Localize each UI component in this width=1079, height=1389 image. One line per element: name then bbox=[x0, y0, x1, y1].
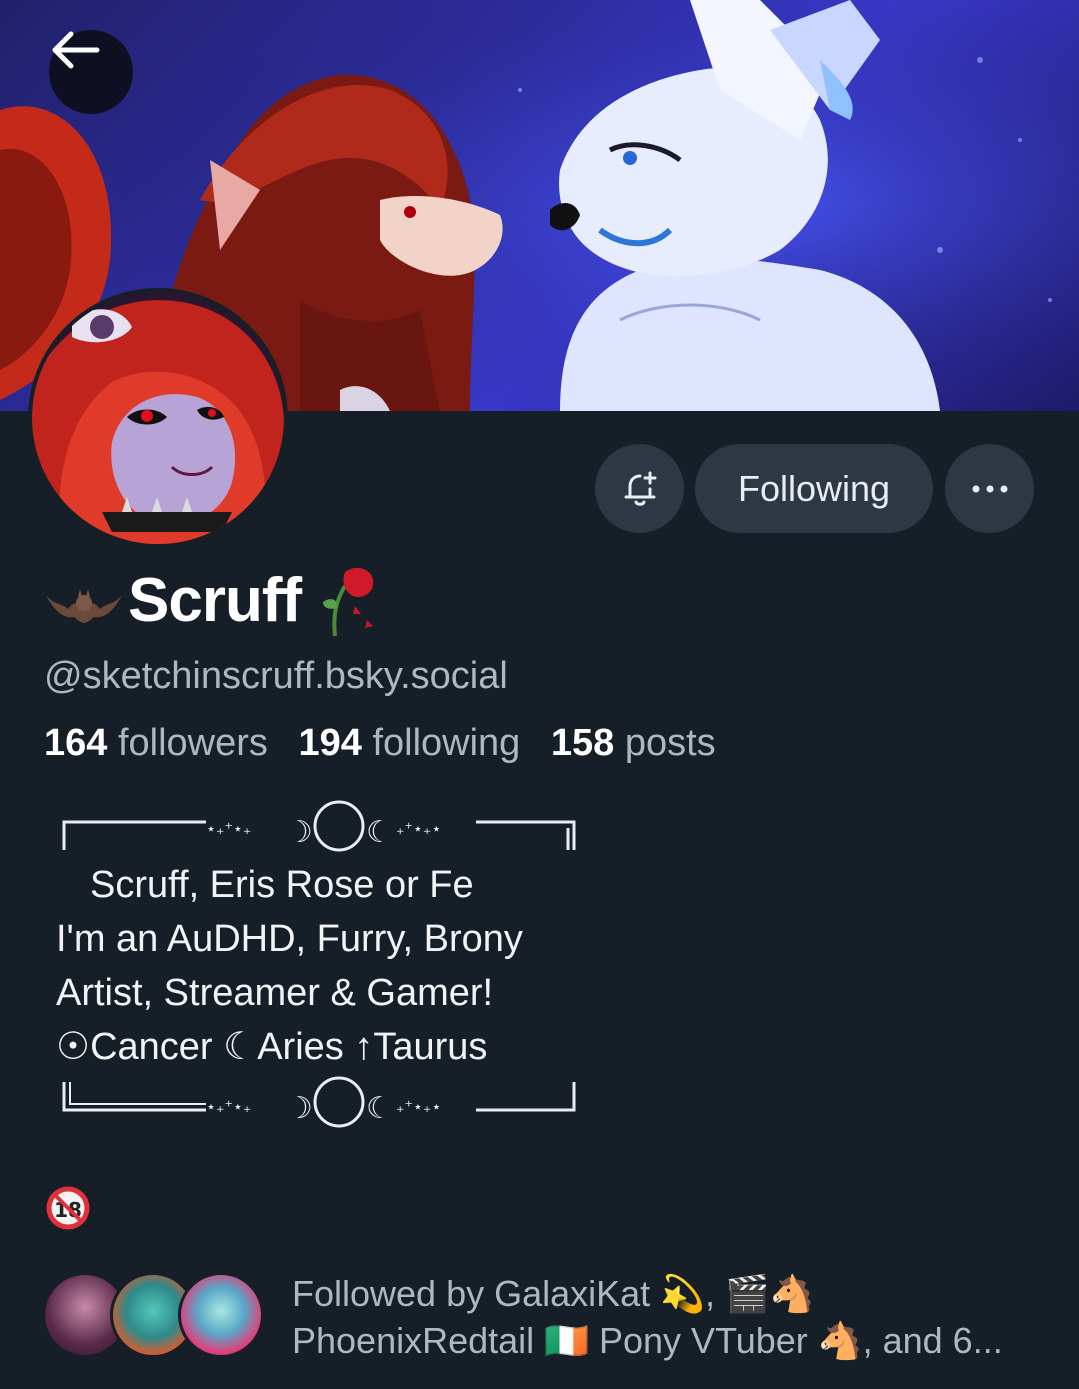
ellipsis-icon bbox=[972, 485, 1007, 492]
followed-by-name-2: PhoenixRedtail bbox=[292, 1320, 545, 1361]
dizzy-emoji: 💫 bbox=[660, 1273, 706, 1314]
followers-stat[interactable]: 164 followers bbox=[44, 722, 268, 764]
followed-by-name-3: Pony VTuber bbox=[589, 1320, 818, 1361]
followers-count: 164 bbox=[44, 722, 108, 764]
follower-avatar bbox=[178, 1272, 264, 1358]
svg-text:☽: ☽ bbox=[286, 1091, 313, 1126]
bio-line-2: I'm an AuDHD, Furry, Brony bbox=[56, 918, 523, 960]
following-button[interactable]: Following bbox=[695, 444, 933, 533]
bio-line-4: ☉Cancer ☾Aries ↑Taurus bbox=[56, 1026, 488, 1068]
profile-stats: 164 followers 194 following 158 posts bbox=[44, 722, 736, 765]
no-under-18-svg: 18 bbox=[46, 1186, 90, 1230]
bio-top-frame-art: ⋆₊⁺⋆₊ ☽ ☾ ₊⁺⋆₊⋆ bbox=[62, 800, 576, 852]
followed-by-suffix: , and 6... bbox=[862, 1320, 1003, 1361]
svg-text:☽: ☽ bbox=[286, 815, 313, 850]
following-count: 194 bbox=[298, 722, 362, 764]
posts-label: posts bbox=[624, 722, 716, 764]
no-under-18-icon: 18 bbox=[46, 1186, 90, 1230]
profile-bio: ⋆₊⁺⋆₊ ☽ ☾ ₊⁺⋆₊⋆ Scruff, Eris Rose or Fe … bbox=[56, 800, 616, 1132]
display-name: Scruff bbox=[128, 565, 302, 635]
bio-line-3: Artist, Streamer & Gamer! bbox=[56, 972, 494, 1014]
horse-emoji: 🐴 bbox=[817, 1320, 863, 1361]
ireland-flag-emoji: 🇮🇪 bbox=[544, 1320, 589, 1361]
followed-by-prefix: Followed by GalaxiKat bbox=[292, 1273, 661, 1314]
followers-label: followers bbox=[117, 722, 268, 764]
more-options-button[interactable] bbox=[945, 444, 1034, 533]
followed-by-separator: , bbox=[705, 1273, 726, 1314]
svg-text:⋆₊⁺⋆₊: ⋆₊⁺⋆₊ bbox=[206, 1097, 251, 1116]
svg-text:☾: ☾ bbox=[366, 1091, 393, 1126]
posts-count: 158 bbox=[550, 722, 615, 764]
profile-handle: @sketchinscruff.bsky.social bbox=[44, 655, 508, 697]
followed-by-avatars bbox=[42, 1272, 264, 1358]
arrow-left-icon bbox=[52, 31, 100, 69]
bat-emoji bbox=[46, 589, 122, 623]
followed-by-text: Followed by GalaxiKat 💫, 🎬🐴 PhoenixRedta… bbox=[292, 1270, 1052, 1364]
wilted-rose-emoji bbox=[323, 567, 374, 637]
clapper-horse-emoji: 🎬🐴 bbox=[725, 1273, 815, 1314]
bio-line-1: Scruff, Eris Rose or Fe bbox=[90, 864, 474, 906]
svg-text:₊⁺⋆₊⋆: ₊⁺⋆₊⋆ bbox=[396, 1097, 441, 1116]
bio-bottom-frame-art: ⋆₊⁺⋆₊ ☽ ☾ ₊⁺⋆₊⋆ bbox=[62, 1076, 576, 1128]
back-button[interactable] bbox=[49, 30, 133, 114]
bio-top-frame: ⋆₊⁺⋆₊ ☽ ☾ ₊⁺⋆₊⋆ bbox=[56, 800, 616, 858]
svg-text:☾: ☾ bbox=[366, 815, 393, 850]
bio-bottom-frame: ⋆₊⁺⋆₊ ☽ ☾ ₊⁺⋆₊⋆ bbox=[56, 1074, 616, 1132]
svg-text:⋆₊⁺⋆₊: ⋆₊⁺⋆₊ bbox=[206, 819, 251, 838]
notify-button[interactable] bbox=[595, 444, 684, 533]
avatar-image bbox=[32, 292, 284, 544]
svg-text:₊⁺⋆₊⋆: ₊⁺⋆₊⋆ bbox=[396, 819, 441, 838]
posts-stat: 158 posts bbox=[551, 722, 716, 764]
following-label: following bbox=[372, 722, 521, 764]
following-stat[interactable]: 194 following bbox=[298, 722, 520, 764]
profile-avatar[interactable] bbox=[28, 288, 288, 548]
display-name-row: Scruff bbox=[44, 564, 385, 637]
bell-plus-icon bbox=[624, 471, 656, 506]
